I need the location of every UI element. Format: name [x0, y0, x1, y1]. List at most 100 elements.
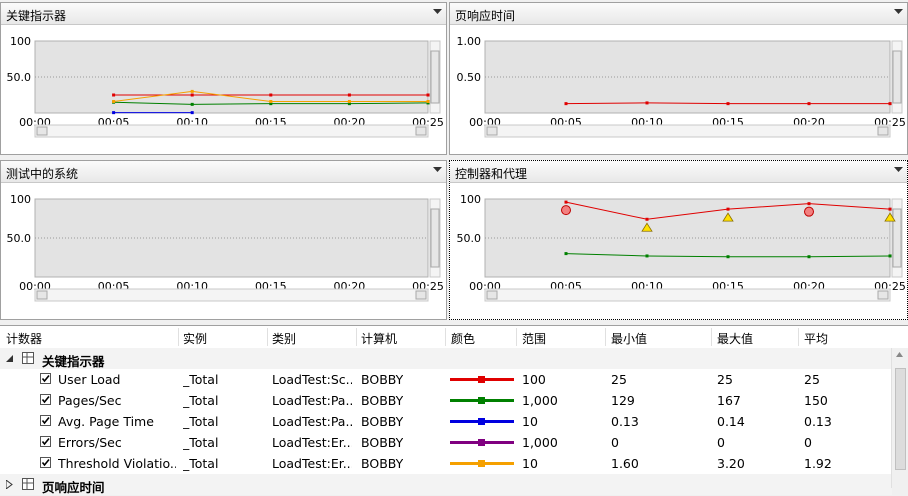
color-swatch[interactable] — [450, 418, 514, 425]
scrollbar-thumb — [36, 290, 48, 300]
group-icon — [22, 352, 34, 364]
color-swatch[interactable] — [450, 439, 514, 446]
graph-title: 控制器和代理 — [455, 167, 528, 181]
data-point — [726, 102, 730, 106]
graph-header[interactable]: 测试中的系统 — [1, 161, 446, 183]
data-point — [726, 255, 730, 259]
table-row[interactable]: User Load _Total LoadTest:Sc... BOBBY 10… — [0, 369, 892, 391]
column-header-instance[interactable]: 实例 — [183, 330, 207, 347]
scroll-up-icon[interactable] — [896, 352, 903, 357]
cell-min: 25 — [611, 372, 627, 387]
data-point — [112, 93, 116, 97]
checkbox[interactable] — [40, 415, 51, 426]
column-divider[interactable] — [267, 328, 268, 346]
line-chart: 10050.000:00 00:05 00:10 00:15 00:20 00:25 — [7, 35, 444, 138]
cell-category: LoadTest:Sc... — [272, 372, 352, 387]
group-row-page-response-time[interactable]: 页响应时间 — [0, 474, 892, 495]
scrollbar-thumb — [430, 50, 440, 104]
cell-counter: User Load — [58, 372, 121, 387]
table-row[interactable]: Threshold Violatio... _Total LoadTest:Er… — [0, 453, 892, 475]
cell-computer: BOBBY — [361, 372, 404, 387]
data-point — [807, 102, 811, 106]
chevron-down-icon[interactable] — [430, 6, 444, 20]
y-tick-label: 100 — [10, 193, 31, 206]
graph-header[interactable]: 控制器和代理 — [450, 161, 907, 183]
expand-arrow-icon[interactable] — [6, 480, 13, 489]
table-vertical-scrollbar[interactable] — [891, 348, 908, 488]
cell-avg: 25 — [804, 372, 820, 387]
cell-range: 10 — [522, 414, 538, 429]
column-header-range[interactable]: 范围 — [522, 330, 546, 347]
cell-instance: _Total — [183, 456, 219, 471]
chart-horizontal-scrollbar — [484, 124, 891, 138]
graph-title: 页响应时间 — [455, 9, 516, 23]
column-header-color[interactable]: 颜色 — [451, 330, 475, 347]
column-header-max[interactable]: 最大值 — [717, 330, 753, 347]
column-header-counter[interactable]: 计数器 — [6, 330, 42, 347]
column-divider[interactable] — [605, 328, 606, 346]
group-row-key-indicators[interactable]: 关键指示器 — [0, 348, 892, 369]
cell-counter: Pages/Sec — [58, 393, 122, 408]
group-label: 关键指示器 — [42, 354, 105, 369]
column-divider[interactable] — [711, 328, 712, 346]
data-point — [112, 111, 116, 115]
scrollbar-thumb — [892, 50, 902, 104]
column-header-computer[interactable]: 计算机 — [361, 330, 397, 347]
cell-category: LoadTest:Pa... — [272, 414, 352, 429]
cell-counter: Threshold Violatio... — [58, 456, 176, 471]
graph-panel-key-indicators: 关键指示器 100 50.0 00:00 00:05 00:10 00:15 00:20 00… — [0, 2, 447, 155]
table-header: 计数器 实例 类别 计算机 颜色 范围 最小值 最大值 平均 — [0, 326, 908, 349]
column-header-category[interactable]: 类别 — [272, 330, 296, 347]
column-divider[interactable] — [445, 328, 446, 346]
cell-computer: BOBBY — [361, 414, 404, 429]
color-swatch[interactable] — [450, 460, 514, 467]
cell-min: 0.13 — [611, 414, 639, 429]
scrollbar-thumb — [486, 126, 498, 136]
plot-area — [34, 198, 429, 278]
table-row[interactable]: Errors/Sec _Total LoadTest:Er... BOBBY 1… — [0, 432, 892, 454]
cell-min: 0 — [611, 435, 619, 450]
scrollbar-thumb — [36, 126, 48, 136]
chevron-down-icon[interactable] — [891, 164, 905, 178]
graph-panel-system-under-test: 测试中的系统 100 50.0 00:00 00:05 00:10 00:15 00:20 0… — [0, 160, 447, 320]
data-point — [807, 202, 811, 206]
checkbox[interactable] — [40, 394, 51, 405]
cell-max: 167 — [717, 393, 741, 408]
table-row[interactable]: Pages/Sec _Total LoadTest:Pa... BOBBY 1,… — [0, 390, 892, 412]
checkbox[interactable] — [40, 436, 51, 447]
column-header-min[interactable]: 最小值 — [611, 330, 647, 347]
data-point — [645, 101, 649, 105]
chevron-down-icon[interactable] — [430, 164, 444, 178]
color-swatch[interactable] — [450, 376, 514, 383]
graph-title: 关键指示器 — [6, 9, 67, 23]
graph-panel-controller-agents: 控制器和代理 100 50.0 00:00 00:05 00:10 00:15 00:20 0… — [449, 160, 908, 320]
data-point — [807, 255, 811, 259]
cell-counter: Errors/Sec — [58, 435, 122, 450]
data-point — [426, 93, 430, 97]
checkbox[interactable] — [40, 373, 51, 384]
data-point — [564, 102, 568, 106]
graph-header[interactable]: 页响应时间 — [450, 3, 907, 25]
checkbox[interactable] — [40, 457, 51, 468]
column-divider[interactable] — [356, 328, 357, 346]
cell-avg: 150 — [804, 393, 828, 408]
column-header-avg[interactable]: 平均 — [804, 330, 828, 347]
table-row[interactable]: Avg. Page Time _Total LoadTest:Pa... BOB… — [0, 411, 892, 433]
chevron-down-icon[interactable] — [891, 6, 905, 20]
color-swatch[interactable] — [450, 397, 514, 404]
column-divider[interactable] — [178, 328, 179, 346]
cell-computer: BOBBY — [361, 435, 404, 450]
collapse-arrow-icon[interactable] — [6, 355, 13, 362]
cell-avg: 1.92 — [804, 456, 832, 471]
data-point — [564, 200, 568, 204]
cell-instance: _Total — [183, 414, 219, 429]
column-divider[interactable] — [516, 328, 517, 346]
data-point — [112, 99, 116, 103]
scrollbar-thumb[interactable] — [895, 368, 906, 470]
graph-header[interactable]: 关键指示器 — [1, 3, 446, 25]
cell-counter: Avg. Page Time — [58, 414, 154, 429]
data-point — [190, 102, 194, 106]
column-divider[interactable] — [798, 328, 799, 346]
error-icon — [561, 205, 571, 216]
cell-instance: _Total — [183, 435, 219, 450]
